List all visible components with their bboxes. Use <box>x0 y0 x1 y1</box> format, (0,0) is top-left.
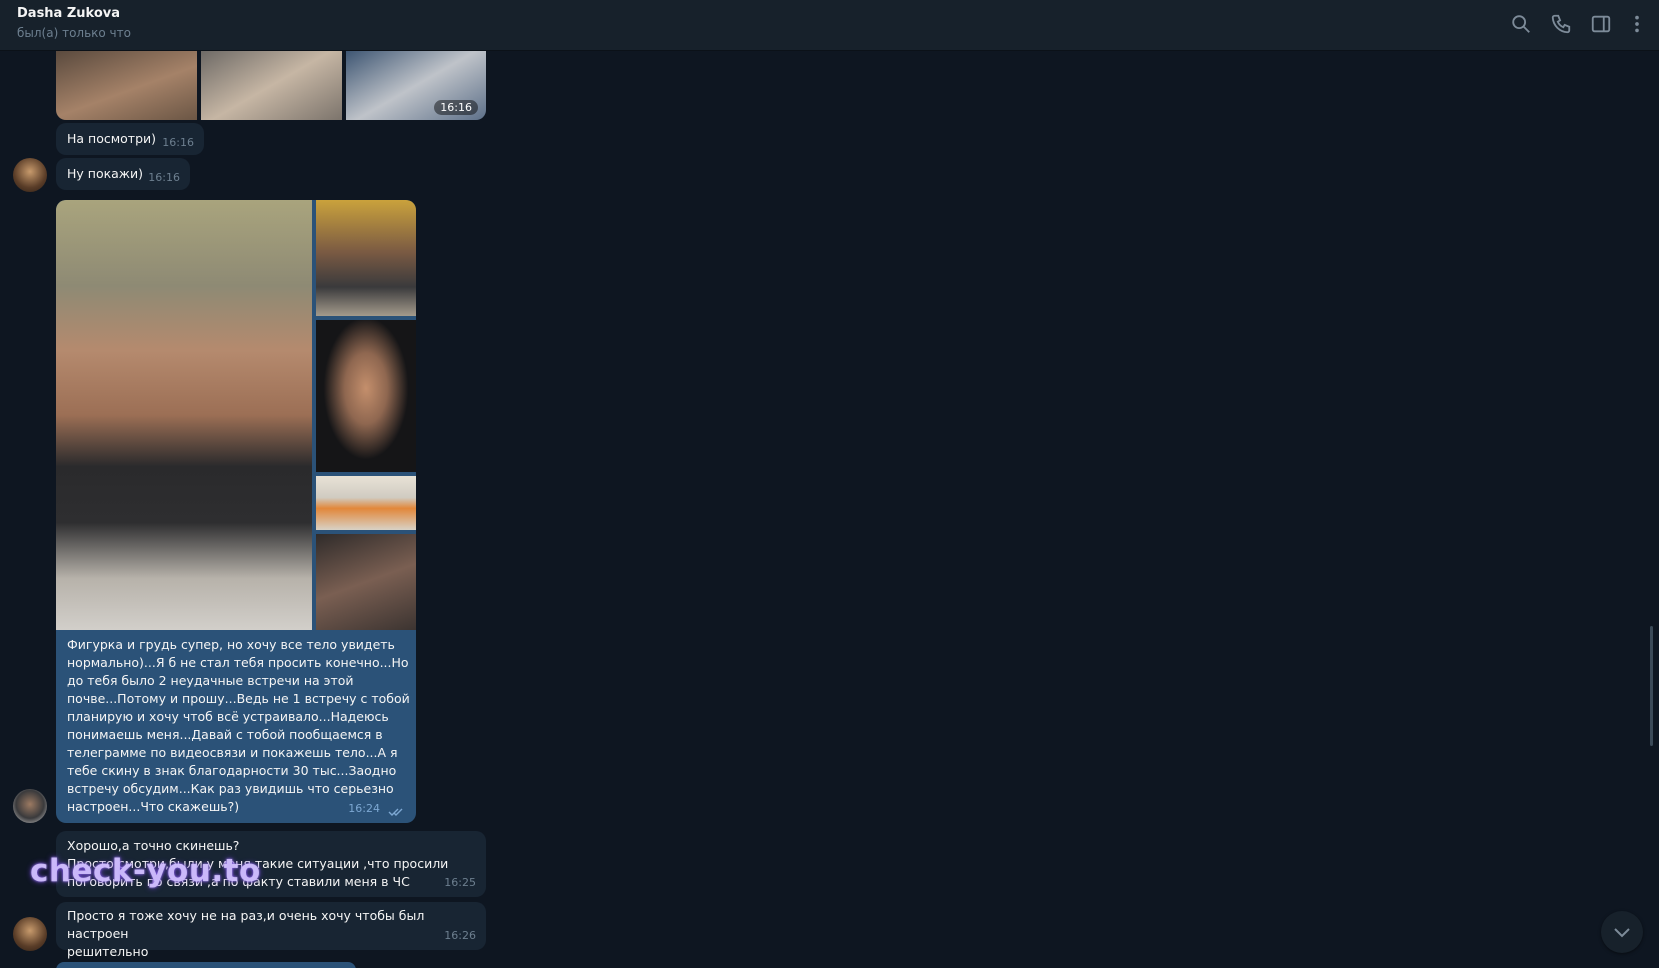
chevron-down-icon <box>1614 928 1630 938</box>
scroll-to-bottom-button[interactable] <box>1601 911 1643 953</box>
contact-name[interactable]: Dasha Zukova <box>17 6 120 21</box>
message-bubble-incoming[interactable]: Просто я тоже хочу не на раз,и очень хоч… <box>56 902 486 959</box>
photo-thumbnail[interactable] <box>201 51 342 120</box>
message-list[interactable]: 16:16 На посмотри) 16:16 Ну покажи) 16:1… <box>0 51 1659 968</box>
message-bubble-outgoing[interactable]: Фигурка и грудь супер, но хочу все тело … <box>56 630 416 823</box>
chat-header[interactable]: Dasha Zukova был(а) только что <box>0 0 1659 51</box>
photo-thumbnail[interactable] <box>316 476 416 530</box>
scrollbar[interactable] <box>1650 626 1653 746</box>
photo-thumbnail[interactable] <box>316 320 416 472</box>
avatar-user[interactable] <box>13 789 47 823</box>
message-time: 16:26 <box>444 929 476 942</box>
message-time: 16:16 <box>434 100 478 115</box>
message-time: 16:24 <box>348 802 380 815</box>
message-time: 16:25 <box>444 876 476 889</box>
double-check-icon <box>388 808 403 816</box>
contact-status: был(а) только что <box>17 26 131 40</box>
message-text: Фигурка и грудь супер, но хочу все тело … <box>67 637 410 814</box>
media-album-incoming[interactable]: 16:16 <box>56 51 486 120</box>
phone-icon[interactable] <box>1550 13 1572 35</box>
sidebar-toggle-icon[interactable] <box>1590 13 1612 35</box>
message-text: Просто я тоже хочу не на раз,и очень хоч… <box>67 908 425 959</box>
photo-thumbnail[interactable] <box>316 534 416 630</box>
search-icon[interactable] <box>1510 13 1532 35</box>
photo-thumbnail[interactable] <box>56 51 197 120</box>
watermark-text: check-you.to <box>30 853 261 889</box>
message-time: 16:16 <box>148 171 180 184</box>
more-icon[interactable] <box>1626 13 1648 35</box>
avatar-contact[interactable] <box>13 158 47 192</box>
message-bubble-incoming[interactable]: Ну покажи) 16:16 <box>56 158 190 190</box>
avatar-contact[interactable] <box>13 917 47 951</box>
photo-main[interactable] <box>56 200 312 630</box>
media-album-outgoing[interactable] <box>56 200 416 630</box>
message-bubble-incoming[interactable]: На посмотри) 16:16 <box>56 123 204 155</box>
photo-thumbnail[interactable] <box>316 200 416 316</box>
message-bubble-outgoing-partial[interactable] <box>56 962 356 968</box>
message-time: 16:16 <box>162 136 194 149</box>
